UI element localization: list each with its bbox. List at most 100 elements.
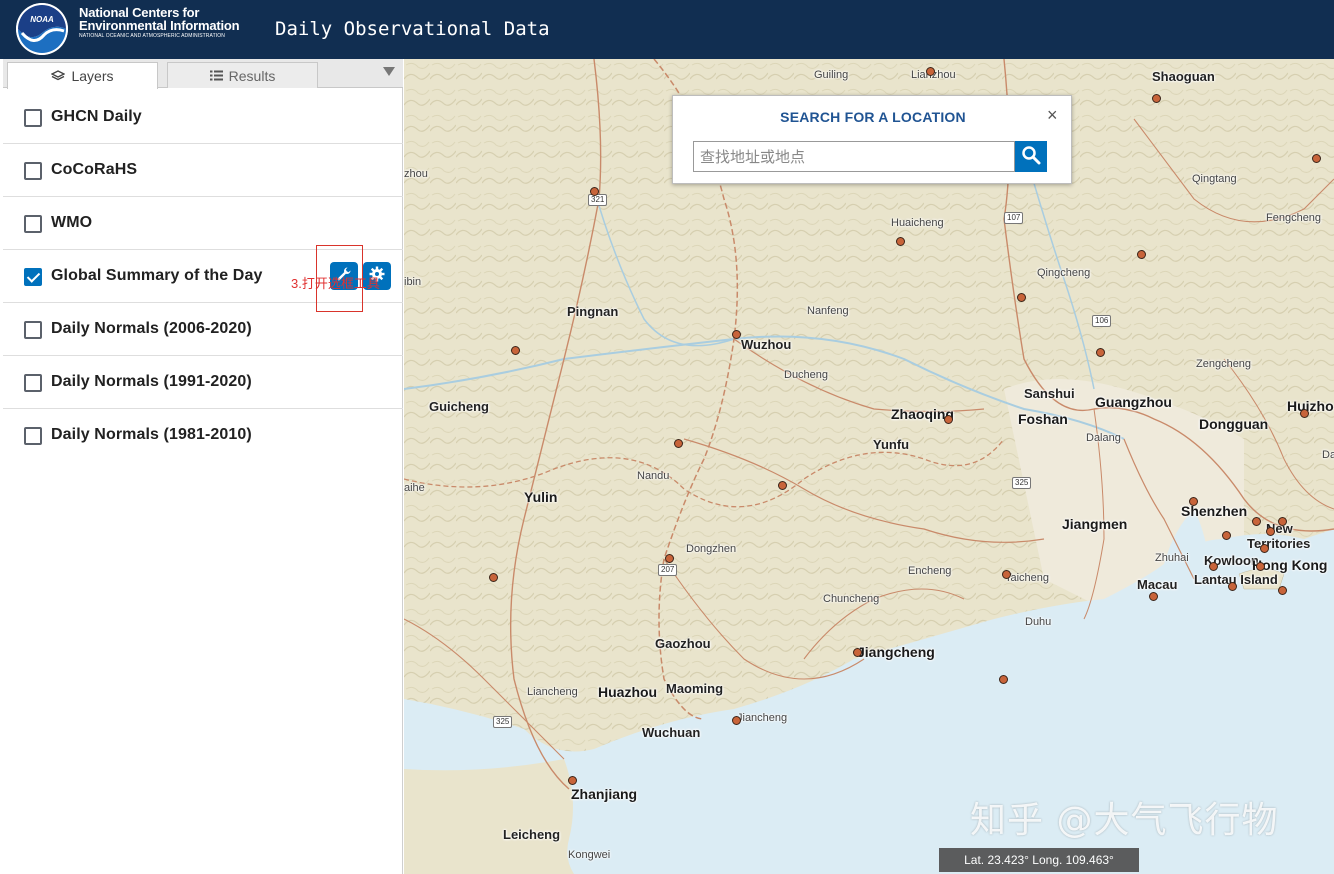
station-marker[interactable] bbox=[1149, 592, 1158, 601]
station-marker[interactable] bbox=[1312, 154, 1321, 163]
city-label: Gaozhou bbox=[655, 636, 711, 651]
city-label: Fengcheng bbox=[1266, 212, 1322, 224]
checkbox-cocorahs[interactable] bbox=[24, 162, 42, 180]
station-marker[interactable] bbox=[1137, 250, 1146, 259]
city-label: Dalang bbox=[1086, 432, 1121, 444]
city-label: Yunfu bbox=[873, 437, 910, 452]
org-name[interactable]: National Centers for Environmental Infor… bbox=[79, 6, 240, 41]
noaa-logo[interactable]: NOAA bbox=[16, 3, 68, 55]
city-label: ibin bbox=[404, 276, 422, 288]
city-label: Zengcheng bbox=[1196, 358, 1252, 370]
layer-label: WMO bbox=[51, 214, 93, 231]
city-label: Sanshui bbox=[1024, 386, 1075, 401]
station-marker[interactable] bbox=[1300, 409, 1309, 418]
layer-label: GHCN Daily bbox=[51, 108, 142, 125]
station-marker[interactable] bbox=[926, 67, 935, 76]
city-label: Ducheng bbox=[784, 369, 829, 381]
checkbox-wmo[interactable] bbox=[24, 215, 42, 233]
station-marker[interactable] bbox=[732, 716, 741, 725]
city-label: Zhuhai bbox=[1155, 552, 1189, 564]
close-icon[interactable]: × bbox=[1047, 106, 1058, 124]
city-label: Duhu bbox=[1025, 616, 1052, 628]
checkbox-ghcn-daily[interactable] bbox=[24, 109, 42, 127]
station-marker[interactable] bbox=[1152, 94, 1161, 103]
city-label: Leicheng bbox=[503, 827, 561, 842]
station-marker[interactable] bbox=[665, 554, 674, 563]
station-marker[interactable] bbox=[1002, 570, 1011, 579]
city-label: Taicheng bbox=[1005, 572, 1050, 584]
city-label: Guiling bbox=[814, 69, 849, 81]
city-label: Guangzhou bbox=[1095, 394, 1172, 410]
station-marker[interactable] bbox=[1222, 531, 1231, 540]
layer-label: Daily Normals (2006-2020) bbox=[51, 320, 252, 337]
station-marker[interactable] bbox=[896, 237, 905, 246]
station-marker[interactable] bbox=[1252, 517, 1261, 526]
city-label: Huazhou bbox=[598, 684, 658, 700]
station-marker[interactable] bbox=[778, 481, 787, 490]
station-marker[interactable] bbox=[1189, 497, 1198, 506]
logo-text: NOAA bbox=[30, 15, 54, 24]
layer-label: Global Summary of the Day bbox=[51, 267, 263, 284]
search-button[interactable] bbox=[1015, 141, 1047, 172]
station-marker[interactable] bbox=[1228, 582, 1237, 591]
city-label: Foshan bbox=[1018, 411, 1068, 427]
station-marker[interactable] bbox=[999, 675, 1008, 684]
checkbox-gsod[interactable] bbox=[24, 268, 42, 286]
layer-row-cocorahs: CoCoRaHS bbox=[3, 144, 403, 197]
station-marker[interactable] bbox=[1260, 544, 1269, 553]
road-shield: 207 bbox=[658, 564, 678, 576]
station-marker[interactable] bbox=[1278, 517, 1287, 526]
collapse-panel-icon[interactable] bbox=[383, 67, 395, 76]
station-marker[interactable] bbox=[853, 648, 862, 657]
sidebar: Layers Results GHCN Daily CoCoRaHS WMO G… bbox=[3, 59, 403, 874]
station-marker[interactable] bbox=[1278, 586, 1287, 595]
tab-results[interactable]: Results bbox=[167, 62, 318, 88]
list-icon bbox=[209, 70, 223, 81]
tab-layers[interactable]: Layers bbox=[7, 62, 158, 89]
station-marker[interactable] bbox=[568, 776, 577, 785]
station-marker[interactable] bbox=[1017, 293, 1026, 302]
watermark: 知乎 @大气飞行物 bbox=[970, 800, 1279, 841]
city-label: Pingnan bbox=[567, 304, 619, 319]
city-label: Wuzhou bbox=[741, 337, 792, 352]
road-shield: 325 bbox=[493, 716, 513, 728]
map-view[interactable]: 321 107 106 325 207 325 Guiling Lianzhou… bbox=[404, 59, 1334, 874]
layer-row-normals-1981-2010: Daily Normals (1981-2010) bbox=[3, 409, 403, 462]
station-marker[interactable] bbox=[1209, 562, 1218, 571]
search-icon bbox=[1021, 145, 1041, 168]
city-label: Territories bbox=[1247, 536, 1311, 551]
station-marker[interactable] bbox=[674, 439, 683, 448]
station-marker[interactable] bbox=[1266, 527, 1275, 536]
layer-row-ghcn-daily: GHCN Daily bbox=[3, 91, 403, 144]
city-label: Qingtang bbox=[1192, 173, 1237, 185]
road-shield: 106 bbox=[1092, 315, 1112, 327]
page-title: Daily Observational Data bbox=[275, 18, 550, 40]
city-label: Dongzhen bbox=[686, 543, 737, 555]
station-marker[interactable] bbox=[590, 187, 599, 196]
layers-icon bbox=[51, 70, 66, 82]
station-marker[interactable] bbox=[1256, 562, 1265, 571]
search-input[interactable] bbox=[693, 141, 1015, 172]
city-label: Huaicheng bbox=[891, 217, 944, 229]
checkbox-normals-1981-2010[interactable] bbox=[24, 427, 42, 445]
city-label: Macau bbox=[1137, 577, 1178, 592]
layer-row-normals-1991-2020: Daily Normals (1991-2020) bbox=[3, 356, 403, 409]
city-label: aihe bbox=[404, 482, 425, 494]
app-window: NOAA National Centers for Environmental … bbox=[0, 0, 1334, 874]
city-label: Jiangcheng bbox=[857, 644, 935, 660]
station-marker[interactable] bbox=[1096, 348, 1105, 357]
layer-row-wmo: WMO bbox=[3, 197, 403, 250]
city-label: Yulin bbox=[524, 489, 558, 505]
station-marker[interactable] bbox=[944, 415, 953, 424]
station-marker[interactable] bbox=[511, 346, 520, 355]
city-label: Zhanjiang bbox=[571, 786, 638, 802]
city-label: Jiancheng bbox=[737, 712, 788, 724]
city-label: Liancheng bbox=[527, 686, 578, 698]
station-marker[interactable] bbox=[489, 573, 498, 582]
station-marker[interactable] bbox=[732, 330, 741, 339]
tab-bar: Layers Results bbox=[3, 59, 403, 89]
checkbox-normals-1991-2020[interactable] bbox=[24, 374, 42, 392]
city-label: Guicheng bbox=[429, 399, 489, 414]
city-label: Kongwei bbox=[568, 849, 611, 861]
checkbox-normals-2006-2020[interactable] bbox=[24, 321, 42, 339]
